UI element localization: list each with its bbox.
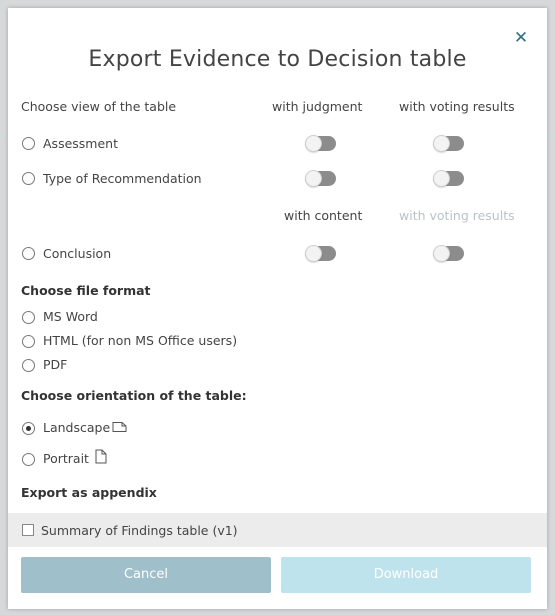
export-dialog: ✕ Export Evidence to Decision table Choo… (8, 8, 547, 609)
toggle-recommendation-judgment[interactable] (305, 170, 336, 187)
column-with-voting-results: with voting results (399, 99, 515, 114)
radio-type-of-recommendation[interactable] (22, 172, 35, 185)
orientation-portrait-label: Portrait (43, 451, 89, 466)
download-button[interactable]: Download (281, 557, 531, 593)
orientation-landscape-label: Landscape (43, 420, 111, 435)
radio-ms-word[interactable] (22, 311, 35, 324)
column-with-judgment: with judgment (272, 99, 363, 114)
radio-html[interactable] (22, 335, 35, 348)
appendix-item-row[interactable]: Summary of Findings table (v1) (8, 513, 547, 547)
radio-landscape[interactable] (22, 422, 35, 435)
toggle-conclusion-voting[interactable] (433, 245, 464, 262)
column-with-voting-results-disabled: with voting results (399, 208, 515, 223)
option-type-of-recommendation-label: Type of Recommendation (43, 171, 202, 186)
toggle-conclusion-content[interactable] (305, 245, 336, 262)
toggle-assessment-voting[interactable] (433, 135, 464, 152)
landscape-page-icon (112, 422, 127, 432)
view-section-heading: Choose view of the table (21, 99, 177, 114)
portrait-page-icon (95, 449, 107, 464)
option-assessment-label: Assessment (43, 136, 118, 151)
toggle-assessment-judgment[interactable] (305, 135, 336, 152)
summary-of-findings-label: Summary of Findings table (v1) (41, 523, 238, 538)
dialog-title: Export Evidence to Decision table (88, 47, 467, 72)
format-pdf-label: PDF (43, 357, 68, 372)
format-section-heading: Choose file format (21, 283, 151, 298)
cancel-button[interactable]: Cancel (21, 557, 271, 593)
format-ms-word-label: MS Word (43, 309, 98, 324)
format-html-label: HTML (for non MS Office users) (43, 333, 238, 348)
radio-pdf[interactable] (22, 359, 35, 372)
radio-portrait[interactable] (22, 453, 35, 466)
toggle-recommendation-voting[interactable] (433, 170, 464, 187)
close-icon[interactable]: ✕ (513, 30, 529, 47)
radio-assessment[interactable] (22, 137, 35, 150)
orientation-section-heading: Choose orientation of the table: (21, 388, 247, 403)
summary-of-findings-checkbox[interactable] (22, 524, 34, 536)
appendix-section-heading: Export as appendix (21, 485, 157, 500)
column-with-content: with content (284, 208, 363, 223)
option-conclusion-label: Conclusion (43, 246, 112, 261)
radio-conclusion[interactable] (22, 247, 35, 260)
